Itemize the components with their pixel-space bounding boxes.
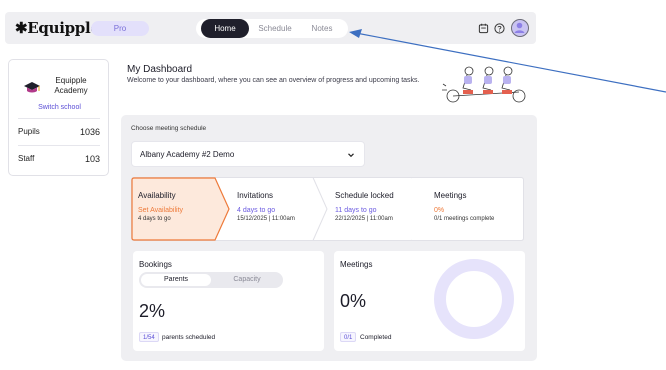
schedule-steps: Availability Set Availability 4 days to … <box>131 177 524 241</box>
step-detail: 0/1 meetings complete <box>434 216 495 222</box>
meetings-percent: 0% <box>340 291 367 311</box>
school-name: Equipple Academy <box>54 76 88 95</box>
plan-badge: Pro <box>91 21 149 36</box>
staff-label: Staff <box>18 154 35 163</box>
step-label: Meetings <box>434 191 467 200</box>
meetings-footer: Completed <box>360 334 392 341</box>
tab-schedule[interactable]: Schedule <box>251 19 299 38</box>
ring-track <box>434 259 514 339</box>
step-label: Schedule locked <box>335 191 394 200</box>
pupils-label: Pupils <box>18 127 40 136</box>
meetings-card: Meetings 0% 0/1 Completed <box>334 251 525 351</box>
staff-value: 103 <box>84 154 100 164</box>
step-meetings[interactable]: Meetings 0% 0/1 meetings complete <box>434 191 494 222</box>
bookings-percent: 2% <box>139 301 166 321</box>
step-invitations[interactable]: Invitations 4 days to go 15/12/2025 | 11… <box>237 191 295 222</box>
step-status: 11 days to go <box>335 207 377 214</box>
step-detail: 4 days to go <box>138 216 171 222</box>
step-availability[interactable]: Availability Set Availability 4 days to … <box>138 191 183 222</box>
main-nav: Home Schedule Notes <box>196 19 348 38</box>
bookings-footer: parents scheduled <box>162 334 216 341</box>
step-status: Set Availability <box>138 207 184 214</box>
bookings-card: Bookings Parents Capacity 2% 1/54 parent… <box>133 251 324 351</box>
pupils-stat: Pupils 1036 <box>18 127 100 137</box>
choose-schedule-label: Choose meeting schedule <box>131 125 207 132</box>
toggle-capacity[interactable]: Capacity <box>213 274 281 286</box>
step-schedule-locked[interactable]: Schedule locked 11 days to go 22/12/2025… <box>335 191 394 222</box>
step-detail: 15/12/2025 | 11:00am <box>237 216 295 222</box>
school-card: Equipple Academy Switch school Pupils 10… <box>8 59 109 176</box>
chevron-down-icon <box>348 153 354 158</box>
annotation-arrow <box>349 29 666 93</box>
toggle-parents[interactable]: Parents <box>141 274 211 286</box>
divider <box>18 145 100 146</box>
page-title: My Dashboard <box>127 64 193 75</box>
divider <box>18 118 100 119</box>
meetings-title: Meetings <box>340 260 373 269</box>
step-label: Availability <box>138 191 176 200</box>
switch-school-link[interactable]: Switch school <box>9 104 110 111</box>
staff-stat: Staff 103 <box>18 154 100 164</box>
bookings-title: Bookings <box>139 260 172 269</box>
pupils-value: 1036 <box>79 127 100 137</box>
bookings-count-badge: 1/54 <box>139 332 159 342</box>
tab-notes[interactable]: Notes <box>300 19 344 38</box>
brand-name: Equipple <box>27 19 100 37</box>
schedule-select[interactable]: Albany Academy #2 Demo <box>131 141 365 167</box>
meetings-progress-ring <box>434 259 514 339</box>
step-label: Invitations <box>237 191 274 200</box>
step-detail: 22/12/2025 | 11:00am <box>335 216 393 222</box>
step-status: 0% <box>434 207 445 214</box>
bookings-toggle: Parents Capacity <box>139 272 283 288</box>
tab-home[interactable]: Home <box>201 19 249 38</box>
meetings-count-badge: 0/1 <box>340 332 357 342</box>
schedule-select-value: Albany Academy #2 Demo <box>140 150 235 159</box>
graduation-cap-icon <box>24 82 40 93</box>
step-status: 4 days to go <box>237 207 276 214</box>
